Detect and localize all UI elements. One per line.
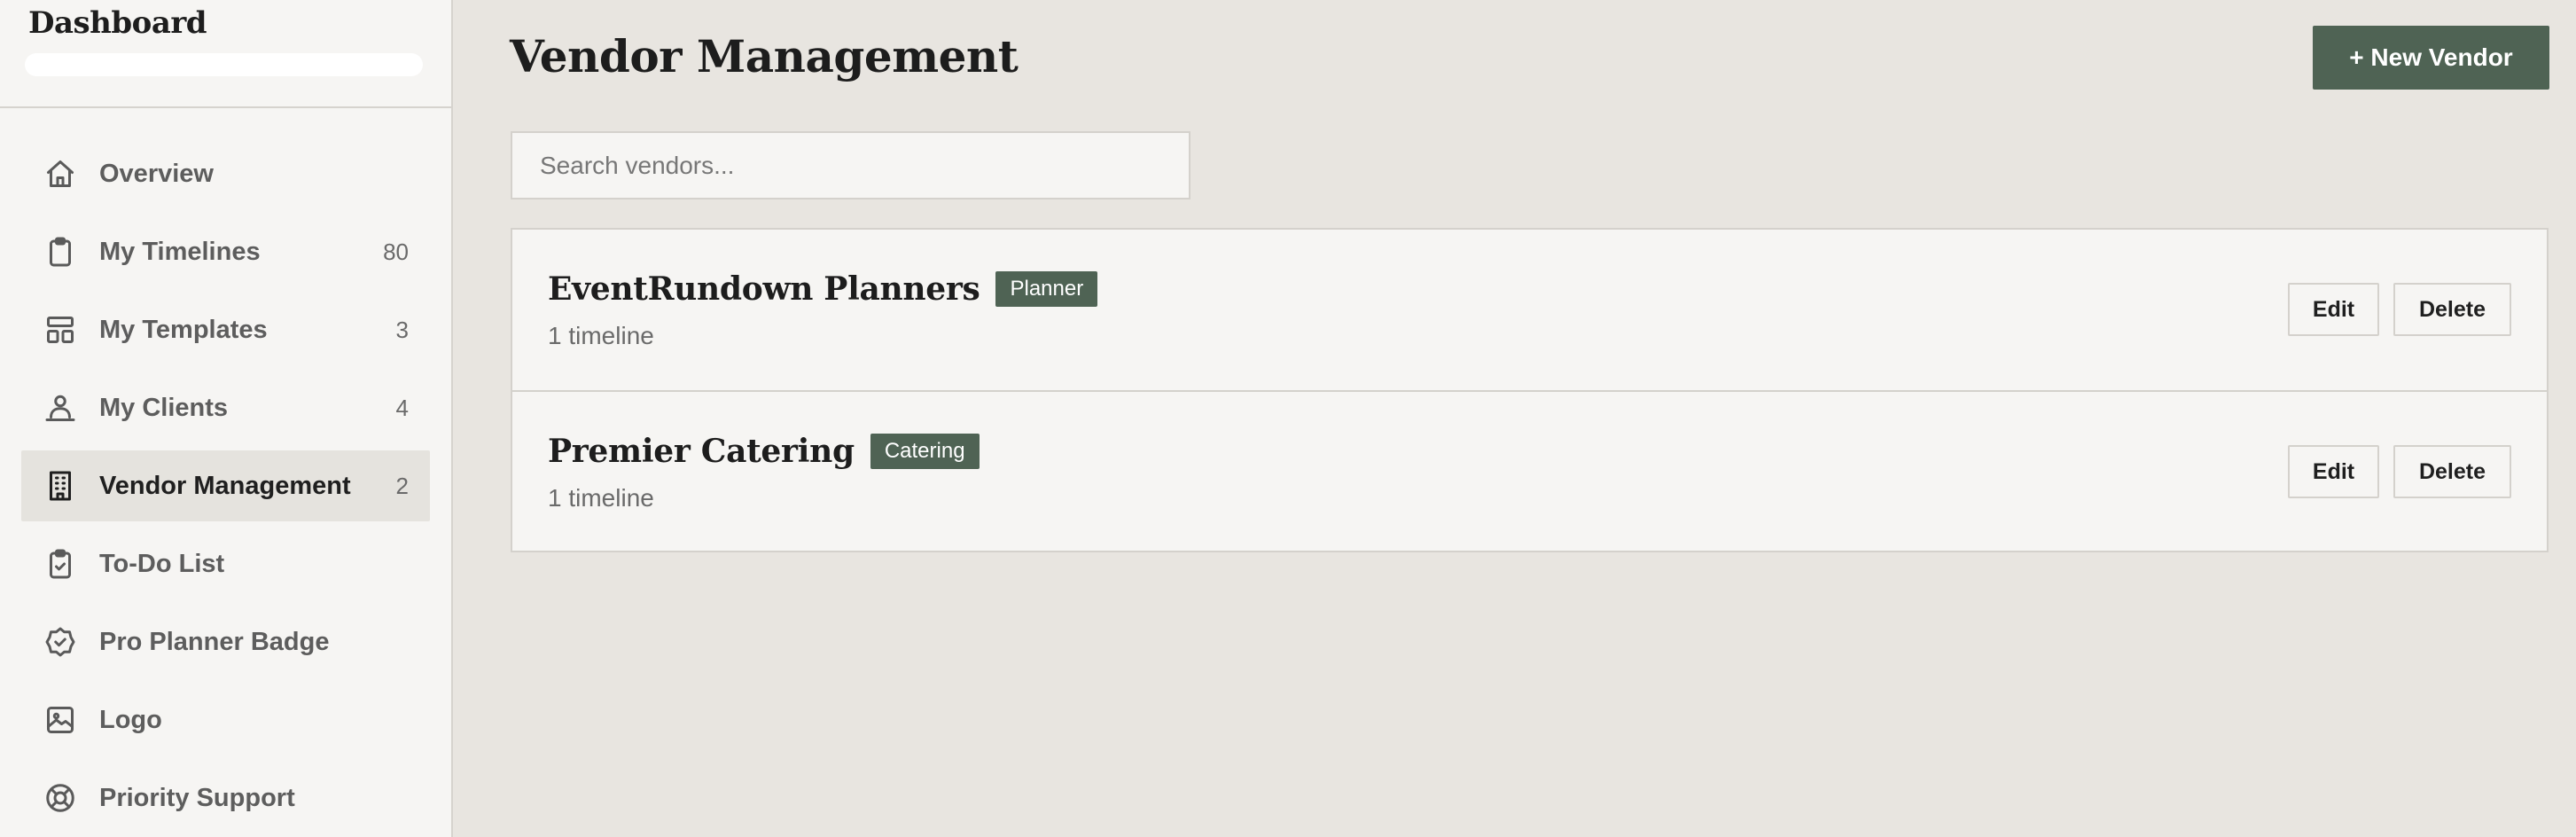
- vendor-timeline-count: 1 timeline: [548, 484, 654, 512]
- vendor-category-badge: Catering: [870, 434, 980, 469]
- sidebar-item-label: Overview: [99, 159, 214, 188]
- layout-icon: [44, 314, 76, 346]
- vendor-timeline-count: 1 timeline: [548, 322, 654, 349]
- delete-button[interactable]: Delete: [2393, 283, 2511, 336]
- sidebar-item-label: My Templates: [99, 315, 268, 344]
- vendor-name-line: Premier Catering Catering: [548, 433, 980, 470]
- sidebar-item-count: 2: [395, 472, 409, 499]
- sidebar-header: Dashboard: [0, 0, 451, 108]
- page-title: Vendor Management: [510, 30, 1019, 82]
- sidebar-item-count: 80: [383, 238, 409, 265]
- sidebar-item-my-templates[interactable]: My Templates 3: [21, 294, 430, 365]
- search-input[interactable]: [511, 131, 1190, 199]
- sidebar-item-my-timelines[interactable]: My Timelines 80: [21, 216, 430, 287]
- vendor-name: EventRundown Planners: [548, 270, 980, 308]
- main-content: Vendor Management + New Vendor EventRund…: [455, 0, 2576, 837]
- row-actions: Edit Delete: [2288, 283, 2511, 336]
- sidebar-item-label: Pro Planner Badge: [99, 627, 330, 656]
- list-item: EventRundown Planners Planner 1 timeline…: [512, 230, 2547, 390]
- sidebar-item-label: Vendor Management: [99, 471, 351, 500]
- sidebar-item-label: To-Do List: [99, 549, 225, 578]
- sidebar-item-overview[interactable]: Overview: [21, 138, 430, 209]
- building-icon: [44, 470, 76, 502]
- badge-check-icon: [44, 626, 76, 658]
- image-icon: [44, 704, 76, 736]
- sidebar-item-label: Logo: [99, 705, 162, 734]
- sidebar-item-label: Priority Support: [99, 783, 295, 812]
- vendor-name: Premier Catering: [548, 433, 855, 470]
- vendor-list: EventRundown Planners Planner 1 timeline…: [511, 228, 2549, 552]
- vendor-category-badge: Planner: [995, 271, 1098, 307]
- row-actions: Edit Delete: [2288, 445, 2511, 498]
- edit-button[interactable]: Edit: [2288, 283, 2379, 336]
- edit-button[interactable]: Edit: [2288, 445, 2379, 498]
- lifebuoy-icon: [44, 782, 76, 814]
- sidebar-item-count: 4: [395, 394, 409, 421]
- new-vendor-button[interactable]: + New Vendor: [2313, 26, 2549, 90]
- sidebar-item-todo-list[interactable]: To-Do List: [21, 528, 430, 599]
- sidebar-item-priority-support[interactable]: Priority Support: [21, 763, 430, 833]
- users-icon: [44, 392, 76, 424]
- clipboard-icon: [44, 236, 76, 268]
- sidebar-nav: Overview My Timelines 80 My Templates 3 …: [0, 108, 451, 833]
- account-pill: [25, 53, 423, 76]
- delete-button[interactable]: Delete: [2393, 445, 2511, 498]
- sidebar-item-my-clients[interactable]: My Clients 4: [21, 372, 430, 443]
- vendor-name-line: EventRundown Planners Planner: [548, 270, 1098, 308]
- sidebar-item-logo[interactable]: Logo: [21, 684, 430, 755]
- sidebar-item-count: 3: [395, 316, 409, 343]
- list-item: Premier Catering Catering 1 timeline Edi…: [512, 390, 2547, 551]
- sidebar: Dashboard Overview My Timelines 80 My Te…: [0, 0, 453, 837]
- clipboard-check-icon: [44, 548, 76, 580]
- sidebar-item-label: My Timelines: [99, 237, 261, 266]
- sidebar-item-pro-planner-badge[interactable]: Pro Planner Badge: [21, 606, 430, 677]
- home-icon: [44, 158, 76, 190]
- brand-title[interactable]: Dashboard: [28, 5, 451, 41]
- sidebar-item-label: My Clients: [99, 393, 229, 422]
- sidebar-item-vendor-management[interactable]: Vendor Management 2: [21, 450, 430, 521]
